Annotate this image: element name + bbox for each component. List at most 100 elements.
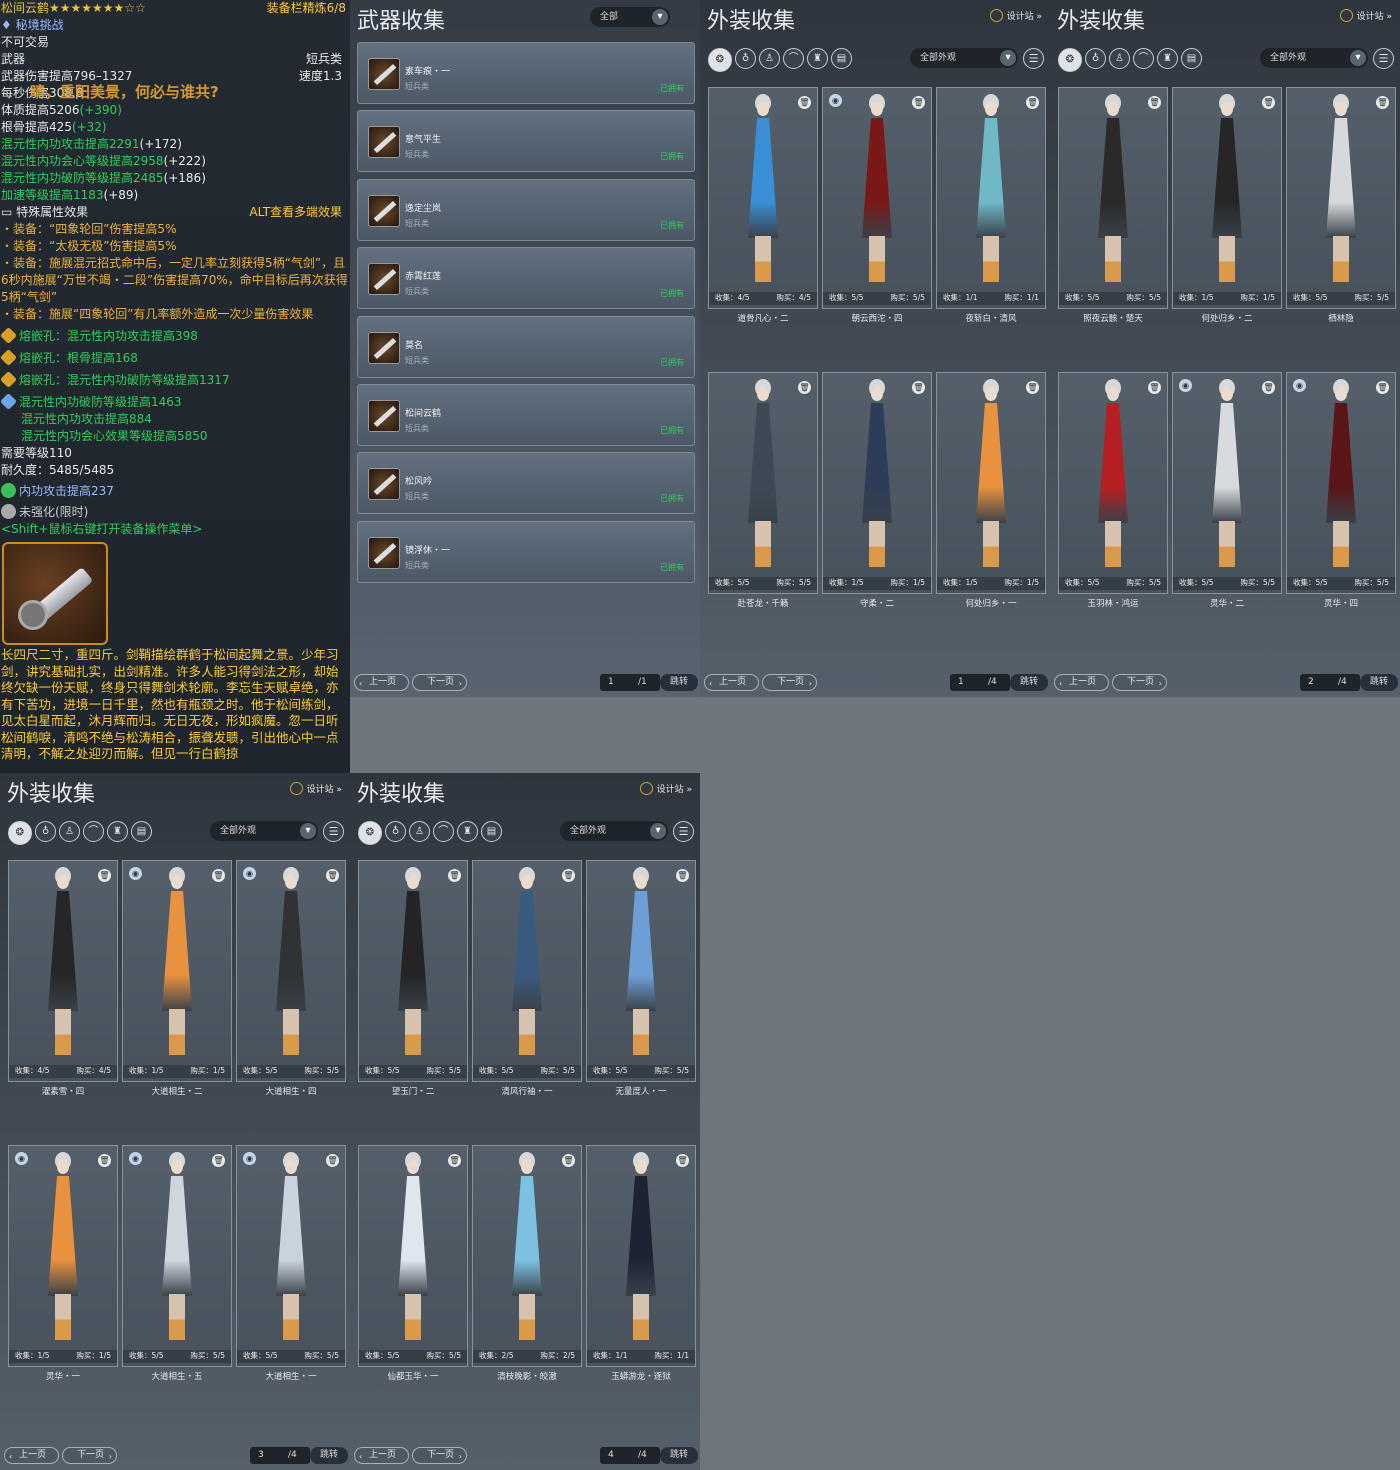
weapon-item[interactable]: 镜浮休・一 短兵类 已拥有 (357, 520, 695, 583)
prev-page-button[interactable]: ‹ 上一页 (704, 674, 759, 691)
outfit-card[interactable]: ◉ 🗑 收集：5/5 购买：5/5 (236, 860, 346, 1082)
weapon-item[interactable]: 逸定尘岚 短兵类 已拥有 (357, 178, 695, 241)
category-tab-icon[interactable]: ♜ (107, 821, 128, 842)
category-tab-icon[interactable]: ▤ (131, 821, 152, 842)
designer-station-link[interactable]: 设计站 » (289, 782, 342, 795)
next-page-button[interactable]: 下一页 › (412, 1447, 467, 1464)
list-settings-icon[interactable]: ☰ (1373, 48, 1394, 69)
trash-icon[interactable]: 🗑 (1148, 96, 1161, 109)
weapon-item[interactable]: 素车痕・一 短兵类 已拥有 (357, 42, 695, 104)
category-tab-icon[interactable]: ♁ (35, 821, 56, 842)
outfit-card[interactable]: 🗑 收集：1/1 购买：1/1 (586, 1145, 696, 1367)
outfit-card[interactable]: 🗑 收集：5/5 购买：5/5 (1058, 87, 1168, 309)
category-tab-icon[interactable]: ⌒ (83, 821, 104, 842)
trash-icon[interactable]: 🗑 (676, 1154, 689, 1167)
outfit-card[interactable]: ◉ 🗑 收集：5/5 购买：5/5 (822, 87, 932, 309)
jump-button[interactable]: 跳转 (1360, 674, 1398, 691)
outfit-card[interactable]: 🗑 收集：1/5 购买：1/5 (1172, 87, 1282, 309)
category-tab-icon[interactable]: ⌒ (1133, 48, 1154, 69)
category-tab-icon[interactable]: ⌒ (433, 821, 454, 842)
weapon-item[interactable]: 松间云鹤 短兵类 已拥有 (357, 384, 695, 446)
next-page-button[interactable]: 下一页 › (62, 1447, 117, 1464)
next-page-button[interactable]: 下一页 › (762, 674, 817, 691)
trash-icon[interactable]: 🗑 (676, 869, 689, 882)
trash-icon[interactable]: 🗑 (562, 1154, 575, 1167)
trash-icon[interactable]: 🗑 (326, 869, 339, 882)
outfit-filter-dropdown[interactable]: 全部外观 ▾ (1260, 48, 1368, 68)
prev-page-button[interactable]: ‹ 上一页 (354, 674, 409, 691)
category-tab-icon[interactable]: ❂ (708, 48, 732, 72)
list-settings-icon[interactable]: ☰ (323, 821, 344, 842)
trash-icon[interactable]: 🗑 (1262, 381, 1275, 394)
trash-icon[interactable]: 🗑 (798, 381, 811, 394)
jump-button[interactable]: 跳转 (660, 1447, 698, 1464)
next-page-button[interactable]: 下一页 › (1112, 674, 1167, 691)
trash-icon[interactable]: 🗑 (212, 1154, 225, 1167)
outfit-card[interactable]: 🗑 收集：1/1 购买：1/1 (936, 87, 1046, 309)
category-tab-icon[interactable]: ⌒ (783, 48, 804, 69)
category-tab-icon[interactable]: ♙ (409, 821, 430, 842)
outfit-card[interactable]: 🗑 收集：4/5 购买：4/5 (8, 860, 118, 1082)
outfit-card[interactable]: ◉ 🗑 收集：5/5 购买：5/5 (122, 1145, 232, 1367)
category-tab-icon[interactable]: ♜ (457, 821, 478, 842)
list-settings-icon[interactable]: ☰ (673, 821, 694, 842)
category-tab-icon[interactable]: ♁ (735, 48, 756, 69)
page-input[interactable]: 1/1 (600, 674, 660, 691)
outfit-filter-dropdown[interactable]: 全部外观 ▾ (560, 821, 668, 841)
trash-icon[interactable]: 🗑 (1376, 96, 1389, 109)
trash-icon[interactable]: 🗑 (798, 96, 811, 109)
prev-page-button[interactable]: ‹ 上一页 (1054, 674, 1109, 691)
weapon-item[interactable]: 意气平生 短兵类 已拥有 (357, 110, 695, 173)
trash-icon[interactable]: 🗑 (98, 1154, 111, 1167)
outfit-card[interactable]: 🗑 收集：2/5 购买：2/5 (472, 1145, 582, 1367)
trash-icon[interactable]: 🗑 (326, 1154, 339, 1167)
weapon-item[interactable]: 松风吟 短兵类 已拥有 (357, 452, 695, 515)
category-tab-icon[interactable]: ♜ (807, 48, 828, 69)
trash-icon[interactable]: 🗑 (562, 869, 575, 882)
designer-station-link[interactable]: 设计站 » (1339, 9, 1392, 22)
category-tab-icon[interactable]: ❂ (358, 821, 382, 845)
trash-icon[interactable]: 🗑 (212, 869, 225, 882)
page-input[interactable]: 2/4 (1300, 674, 1360, 691)
category-tab-icon[interactable]: ❂ (1058, 48, 1082, 72)
outfit-card[interactable]: 🗑 收集：1/5 购买：1/5 (822, 372, 932, 594)
category-tab-icon[interactable]: ♁ (1085, 48, 1106, 69)
category-tab-icon[interactable]: ♙ (59, 821, 80, 842)
outfit-card[interactable]: 🗑 收集：4/5 购买：4/5 (708, 87, 818, 309)
category-tab-icon[interactable]: ♙ (1109, 48, 1130, 69)
next-page-button[interactable]: 下一页 › (412, 674, 467, 691)
outfit-card[interactable]: ◉ 🗑 收集：5/5 购买：5/5 (1286, 372, 1396, 594)
list-settings-icon[interactable]: ☰ (1023, 48, 1044, 69)
jump-button[interactable]: 跳转 (660, 674, 698, 691)
weapon-item[interactable]: 赤霄红莲 短兵类 已拥有 (357, 247, 695, 310)
prev-page-button[interactable]: ‹ 上一页 (354, 1447, 409, 1464)
outfit-filter-dropdown[interactable]: 全部外观 ▾ (210, 821, 318, 841)
trash-icon[interactable]: 🗑 (448, 869, 461, 882)
category-tab-icon[interactable]: ♜ (1157, 48, 1178, 69)
trash-icon[interactable]: 🗑 (98, 869, 111, 882)
outfit-card[interactable]: 🗑 收集：5/5 购买：5/5 (472, 860, 582, 1082)
trash-icon[interactable]: 🗑 (1262, 96, 1275, 109)
category-tab-icon[interactable]: ▤ (831, 48, 852, 69)
outfit-card[interactable]: 🗑 收集：5/5 购买：5/5 (1286, 87, 1396, 309)
trash-icon[interactable]: 🗑 (448, 1154, 461, 1167)
designer-station-link[interactable]: 设计站 » (639, 782, 692, 795)
outfit-card[interactable]: 🗑 收集：5/5 购买：5/5 (358, 860, 468, 1082)
category-tab-icon[interactable]: ♙ (759, 48, 780, 69)
outfit-card[interactable]: 🗑 收集：5/5 购买：5/5 (586, 860, 696, 1082)
outfit-card[interactable]: 🗑 收集：5/5 购买：5/5 (358, 1145, 468, 1367)
page-input[interactable]: 1/4 (950, 674, 1010, 691)
outfit-card[interactable]: 🗑 收集：1/5 购买：1/5 (936, 372, 1046, 594)
trash-icon[interactable]: 🗑 (912, 96, 925, 109)
jump-button[interactable]: 跳转 (310, 1447, 348, 1464)
page-input[interactable]: 3/4 (250, 1447, 310, 1464)
outfit-card[interactable]: 🗑 收集：5/5 购买：5/5 (708, 372, 818, 594)
category-tab-icon[interactable]: ▤ (481, 821, 502, 842)
weapon-filter-dropdown[interactable]: 全部 ▾ (590, 7, 670, 27)
prev-page-button[interactable]: ‹ 上一页 (4, 1447, 59, 1464)
outfit-card[interactable]: ◉ 🗑 收集：1/5 购买：1/5 (8, 1145, 118, 1367)
outfit-card[interactable]: ◉ 🗑 收集：1/5 购买：1/5 (122, 860, 232, 1082)
outfit-card[interactable]: 🗑 收集：5/5 购买：5/5 (1058, 372, 1168, 594)
category-tab-icon[interactable]: ❂ (8, 821, 32, 845)
trash-icon[interactable]: 🗑 (1026, 381, 1039, 394)
